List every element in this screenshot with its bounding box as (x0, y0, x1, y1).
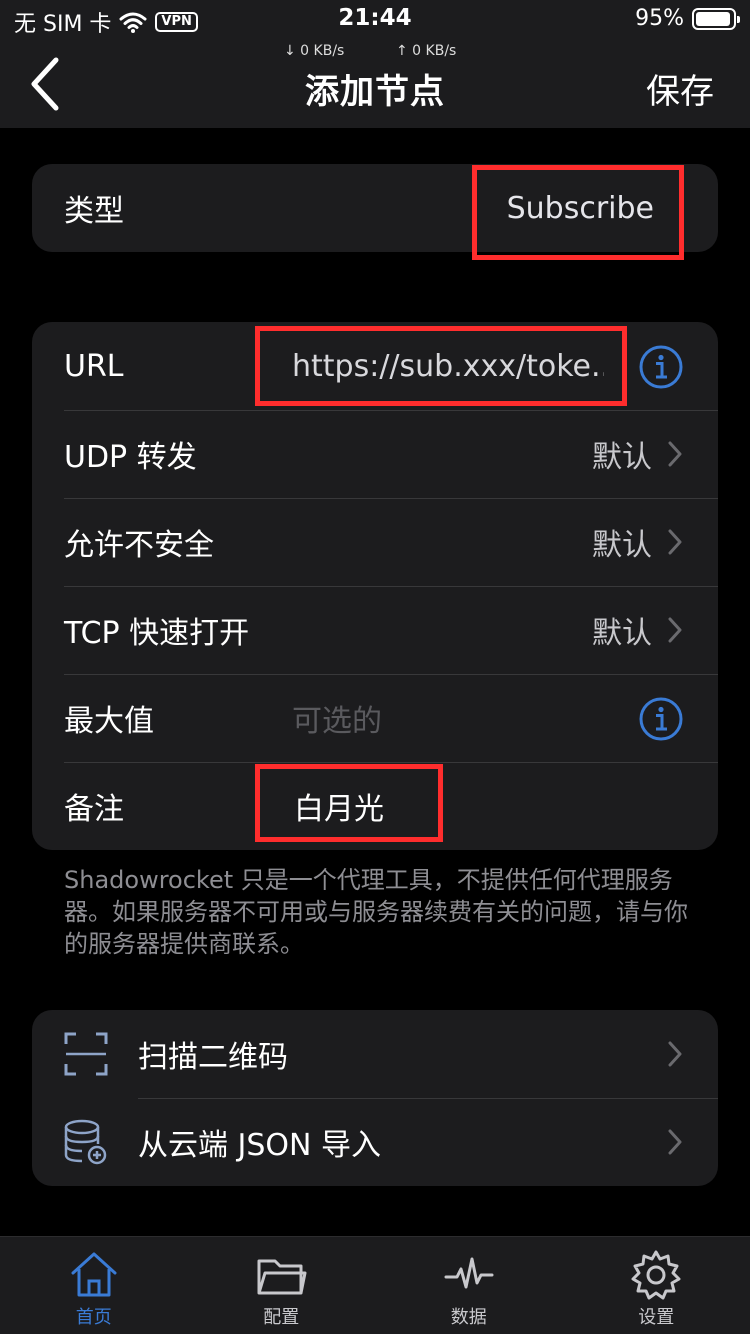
url-field[interactable]: https://sub.xxx/toke... (292, 349, 604, 384)
qr-scan-icon (64, 1032, 108, 1076)
status-bar: 无 SIM 卡 VPN 21:44 95% (0, 0, 750, 40)
tab-home-label: 首页 (75, 1307, 112, 1328)
tab-bar: 首页 配置 数据 设置 (0, 1236, 750, 1334)
import-json-row[interactable]: 从云端 JSON 导入 (32, 1098, 718, 1186)
url-row[interactable]: URL https://sub.xxx/toke... (32, 322, 718, 410)
info-icon[interactable] (638, 696, 684, 742)
chevron-right-icon (668, 441, 682, 467)
udp-value: 默认 (592, 440, 652, 475)
chevron-right-icon (668, 529, 682, 555)
download-speed: ↓ 0 KB/s (284, 43, 345, 59)
max-row[interactable]: 最大值 可选的 (32, 674, 718, 762)
max-input[interactable]: 可选的 (292, 696, 382, 740)
page-title: 添加节点 (305, 72, 445, 112)
config-form-group: URL https://sub.xxx/toke... UDP 转发 默认 允许… (32, 322, 718, 850)
gear-icon (631, 1250, 681, 1300)
tab-data[interactable]: 数据 (375, 1237, 563, 1334)
url-label: URL (64, 348, 124, 384)
scan-qr-row[interactable]: 扫描二维码 (32, 1010, 718, 1098)
udp-row[interactable]: UDP 转发 默认 (32, 410, 718, 498)
type-value: Subscribe (506, 190, 654, 226)
note-field[interactable]: 白月光 (294, 784, 384, 828)
type-row[interactable]: 类型 Subscribe (32, 164, 718, 252)
tab-home[interactable]: 首页 (0, 1237, 188, 1334)
scan-qr-label: 扫描二维码 (138, 1040, 288, 1075)
battery-icon (692, 7, 740, 30)
tcp-fast-open-row[interactable]: TCP 快速打开 默认 (32, 586, 718, 674)
tab-settings[interactable]: 设置 (563, 1237, 750, 1334)
tab-config[interactable]: 配置 (188, 1237, 376, 1334)
insecure-value: 默认 (592, 528, 652, 563)
tcp-fast-open-value: 默认 (592, 616, 652, 651)
nav-bar: ↓ 0 KB/s ↑ 0 KB/s 添加节点 保存 (0, 40, 750, 128)
info-icon[interactable] (638, 344, 684, 390)
tab-config-label: 配置 (263, 1307, 300, 1328)
save-button[interactable]: 保存 (646, 64, 714, 113)
import-json-label: 从云端 JSON 导入 (138, 1128, 382, 1163)
type-label: 类型 (64, 194, 124, 229)
insecure-label: 允许不安全 (64, 528, 214, 563)
tab-data-label: 数据 (450, 1307, 487, 1328)
chevron-right-icon (668, 617, 682, 643)
disclaimer-text: Shadowrocket 只是一个代理工具，不提供任何代理服务器。如果服务器不可… (64, 866, 688, 958)
tab-settings-label: 设置 (638, 1307, 675, 1328)
udp-label: UDP 转发 (64, 440, 197, 475)
chevron-right-icon (668, 1041, 682, 1067)
screen: 无 SIM 卡 VPN 21:44 95% ↓ 0 KB/s ↑ 0 KB/s … (0, 0, 750, 1334)
max-label: 最大值 (64, 704, 154, 739)
upload-speed: ↑ 0 KB/s (396, 43, 457, 59)
tcp-fast-open-label: TCP 快速打开 (64, 616, 250, 651)
import-actions-group: 扫描二维码 从云端 JSON 导入 (32, 1010, 718, 1186)
chevron-right-icon (668, 1129, 682, 1155)
insecure-row[interactable]: 允许不安全 默认 (32, 498, 718, 586)
note-label: 备注 (64, 792, 124, 827)
database-add-icon (64, 1119, 107, 1165)
battery-fill (696, 11, 731, 26)
type-group: 类型 Subscribe (32, 164, 718, 252)
status-right: 95% (635, 6, 740, 31)
home-icon (71, 1252, 117, 1297)
folder-icon (257, 1259, 307, 1295)
battery-percent: 95% (635, 6, 684, 31)
note-row[interactable]: 备注 白月光 (32, 762, 718, 850)
pulse-icon (444, 1257, 494, 1289)
